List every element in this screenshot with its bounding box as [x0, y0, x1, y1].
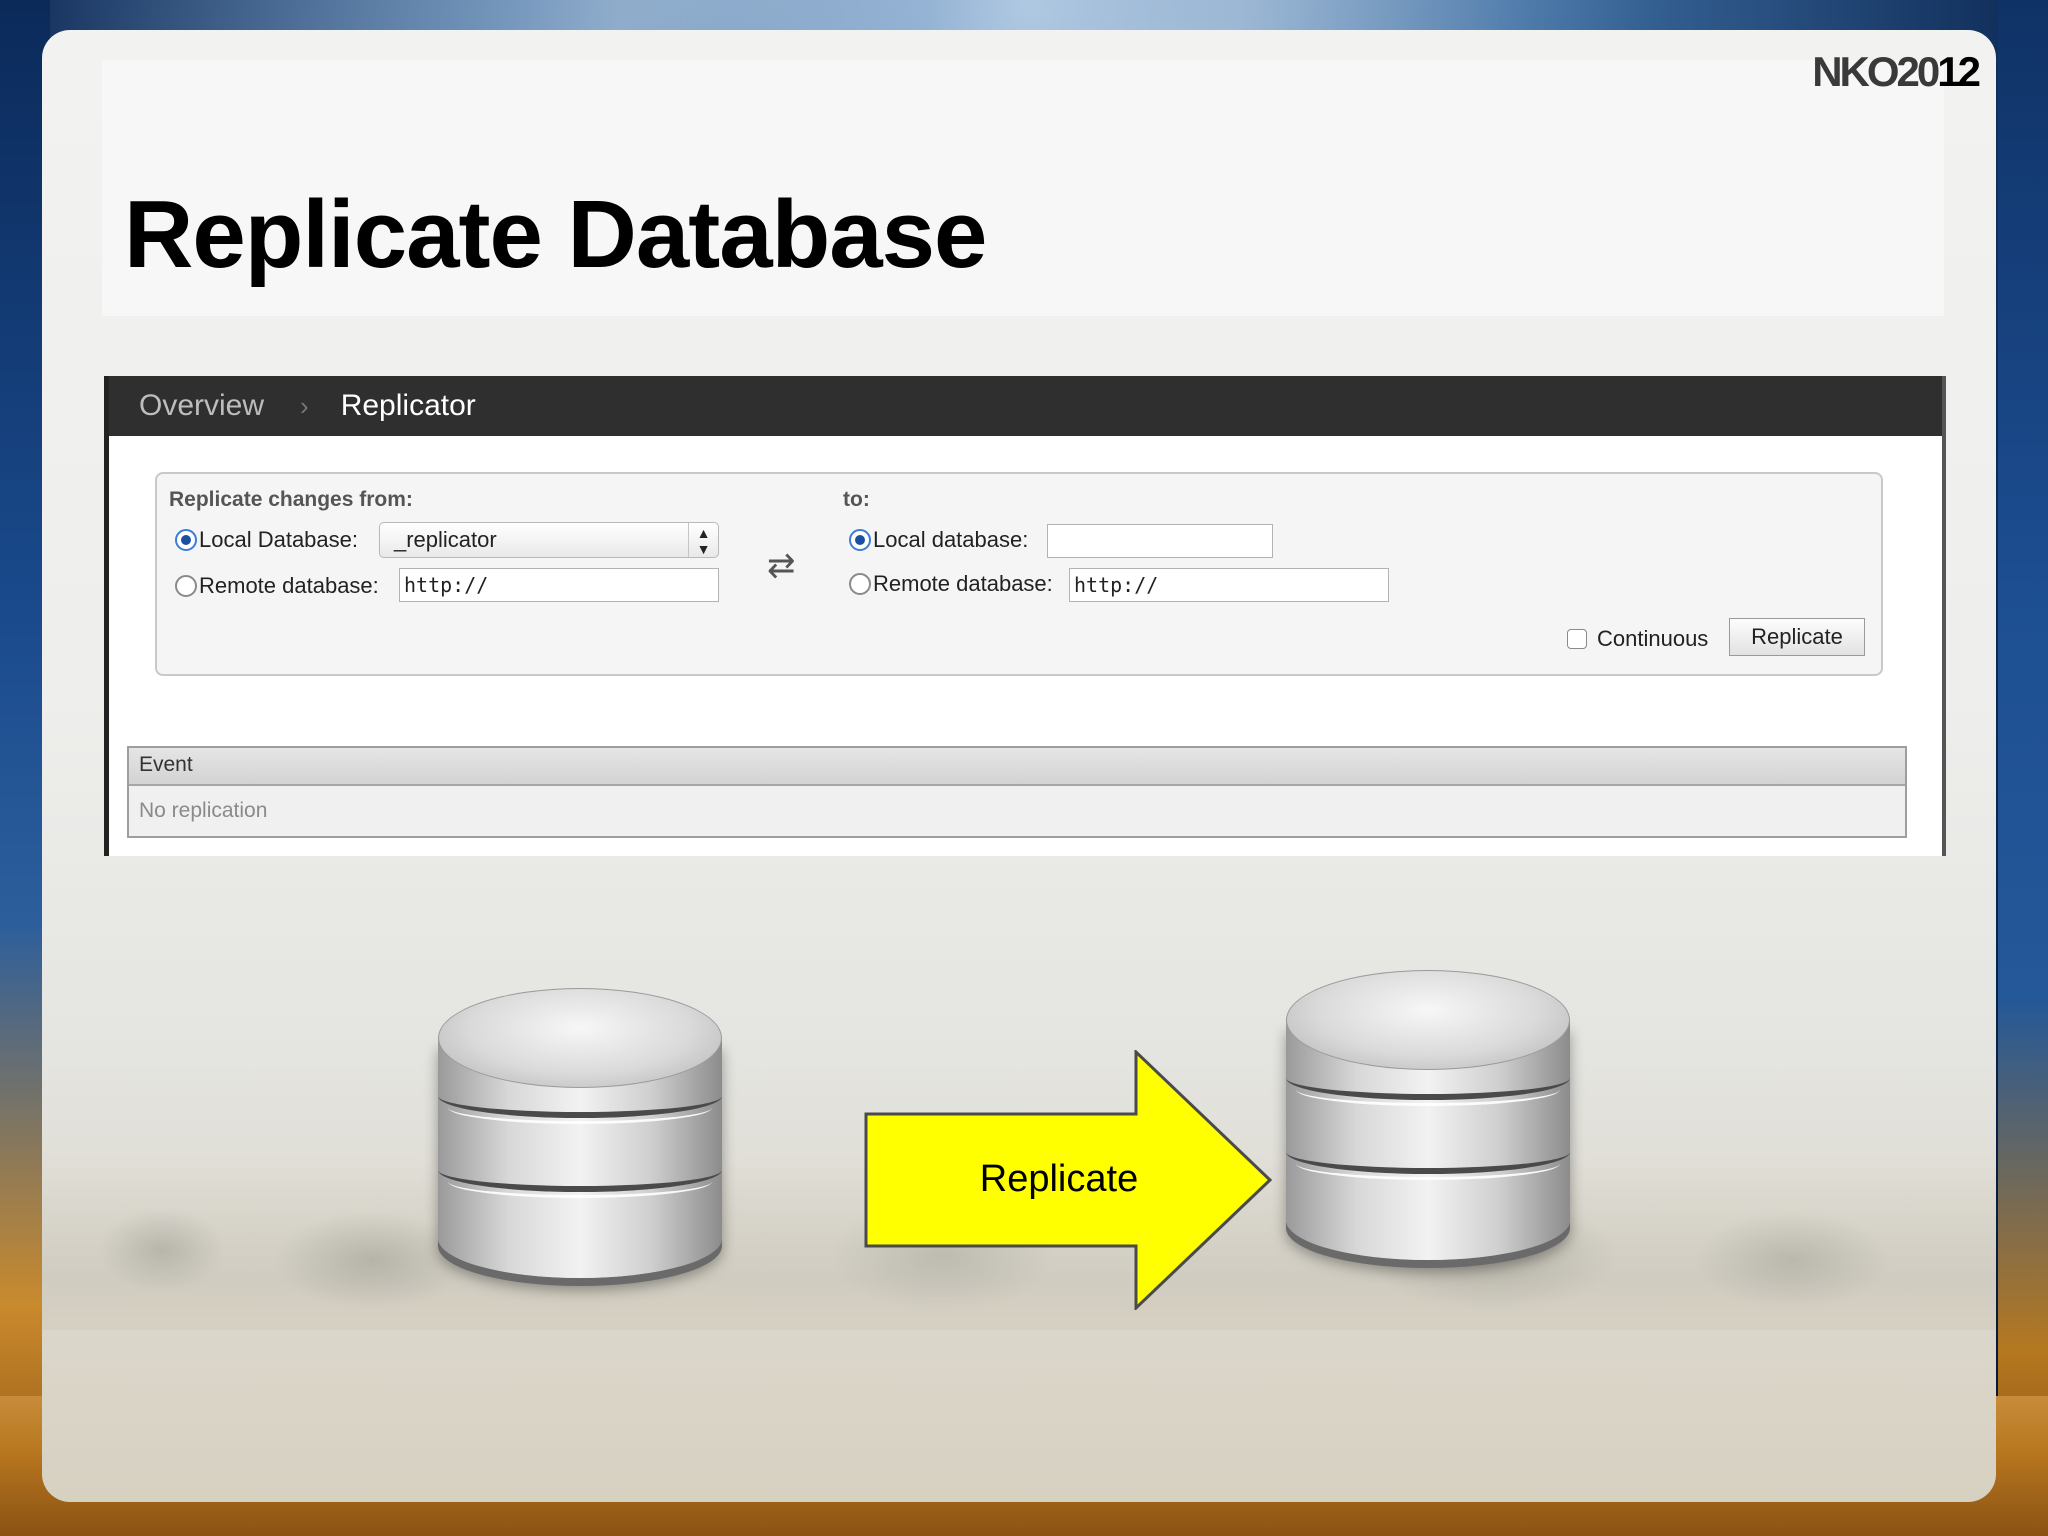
- target-local-label: Local database:: [873, 527, 1029, 552]
- select-arrows-icon: ▲ ▼: [688, 523, 718, 557]
- replicate-button[interactable]: Replicate: [1729, 618, 1865, 656]
- source-local-label: Local Database:: [199, 527, 358, 552]
- source-remote-radio[interactable]: [175, 575, 197, 597]
- event-column-header[interactable]: Event: [129, 748, 1905, 786]
- replicator-app-screenshot: Overview › Replicator Replicate changes …: [104, 376, 1946, 856]
- background-right-edge: [1998, 0, 2048, 1536]
- slide-title: Replicate Database: [124, 181, 987, 288]
- source-remote-label: Remote database:: [199, 573, 379, 598]
- conference-logo: NKO2012: [1812, 48, 1981, 96]
- slide-panel: Replicate Database NKO2012 Overview › Re…: [42, 30, 1996, 1502]
- replicate-arrow-label: Replicate: [979, 1158, 1139, 1200]
- source-database-value: _replicator: [394, 527, 497, 552]
- source-remote-input[interactable]: http://: [399, 568, 719, 602]
- target-remote-radio[interactable]: [849, 573, 871, 595]
- breadcrumb-replicator: Replicator: [340, 389, 476, 422]
- continuous-label: Continuous: [1597, 626, 1709, 651]
- target-remote-label: Remote database:: [873, 571, 1053, 596]
- target-database-icon: [1286, 970, 1570, 1300]
- swap-arrows-icon[interactable]: ⇄: [767, 546, 796, 586]
- logo-suffix: 12: [1937, 48, 1981, 95]
- source-database-icon: [438, 988, 722, 1318]
- source-local-radio[interactable]: [175, 529, 197, 551]
- to-label: to:: [843, 488, 870, 511]
- target-local-input[interactable]: [1047, 524, 1273, 558]
- replication-form: Replicate changes from: to: Local Databa…: [155, 472, 1883, 676]
- target-local-radio[interactable]: [849, 529, 871, 551]
- from-label: Replicate changes from:: [169, 488, 413, 511]
- breadcrumb-overview[interactable]: Overview: [139, 389, 264, 423]
- logo-prefix: NKO20: [1812, 48, 1940, 95]
- continuous-checkbox[interactable]: [1567, 629, 1587, 649]
- target-remote-input[interactable]: http://: [1069, 568, 1389, 602]
- source-database-select[interactable]: _replicator ▲ ▼: [379, 522, 719, 558]
- event-table: Event No replication: [127, 746, 1907, 838]
- breadcrumb-separator-icon: ›: [300, 390, 309, 421]
- event-empty-row: No replication: [139, 799, 268, 822]
- replicate-arrow: Replicate: [864, 1048, 1273, 1312]
- breadcrumb: Overview › Replicator: [109, 376, 1942, 436]
